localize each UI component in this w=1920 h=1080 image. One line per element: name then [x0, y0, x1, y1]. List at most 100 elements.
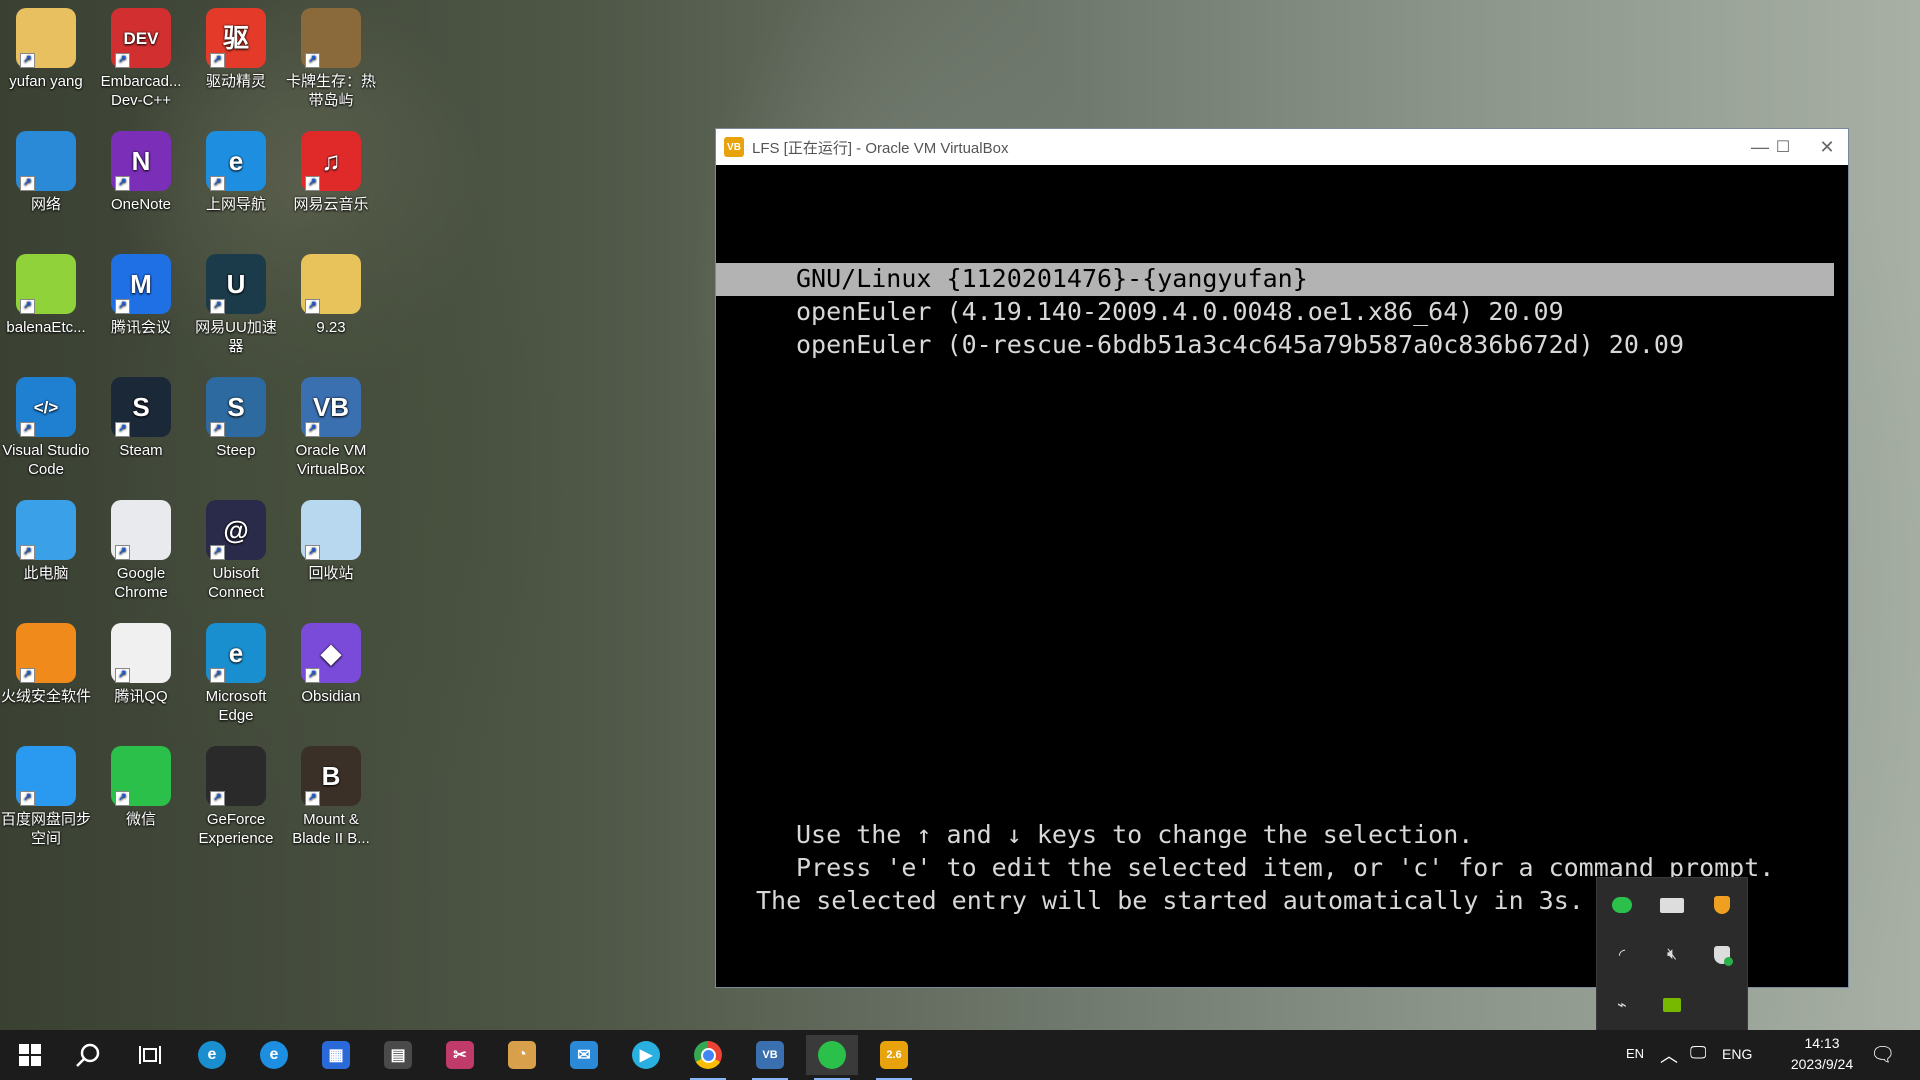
- desktop-icon[interactable]: U ↗ 网易UU加速器: [190, 254, 282, 356]
- network-status-icon[interactable]: 🖵︎: [1690, 1043, 1706, 1063]
- huorong-tray-icon[interactable]: [1707, 890, 1737, 920]
- taskbar-app-calculator[interactable]: ▤: [372, 1035, 424, 1075]
- desktop-icon[interactable]: ↗ 回收站: [285, 500, 377, 583]
- desktop-icon[interactable]: @ ↗ Ubisoft Connect: [190, 500, 282, 602]
- desktop-icon[interactable]: e ↗ Microsoft Edge: [190, 623, 282, 725]
- onenote-icon: N ↗: [111, 131, 171, 191]
- taskbar-app-calendar[interactable]: ▦: [310, 1035, 362, 1075]
- shortcut-arrow-icon: ↗: [20, 422, 35, 437]
- huorong-icon: ↗: [16, 623, 76, 683]
- steep-icon: S ↗: [206, 377, 266, 437]
- scissors-icon: ✂: [446, 1041, 474, 1069]
- desktop-icon[interactable]: M ↗ 腾讯会议: [95, 254, 187, 337]
- taskbar-app-snip[interactable]: ✂: [434, 1035, 486, 1075]
- edge-icon: e: [198, 1041, 226, 1069]
- network-tray-icon[interactable]: ◜: [1607, 940, 1637, 970]
- desktop-icon-label: 微信: [125, 811, 156, 828]
- desktop-icon-label: 百度网盘同步空间: [0, 811, 91, 847]
- taskbar-app-chrome[interactable]: [682, 1035, 734, 1080]
- input-language[interactable]: ENG: [1722, 1046, 1752, 1062]
- desktop-icon[interactable]: ↗ 网络: [0, 131, 92, 214]
- shortcut-arrow-icon: ↗: [305, 668, 320, 683]
- desktop-icon[interactable]: ↗ 百度网盘同步空间: [0, 746, 92, 848]
- desktop-icon[interactable]: S ↗ Steep: [190, 377, 282, 460]
- desktop-icon-label: balenaEtc...: [6, 319, 86, 336]
- desktop-icon[interactable]: ◆ ↗ Obsidian: [285, 623, 377, 706]
- desktop-icon[interactable]: ↗ 此电脑: [0, 500, 92, 583]
- desktop-icon-label: 火绒安全软件: [0, 688, 91, 705]
- desktop-icon[interactable]: S ↗ Steam: [95, 377, 187, 460]
- notification-center-icon[interactable]: 🗨︎: [1870, 1042, 1895, 1067]
- volume-muted-tray-icon[interactable]: 🔇︎: [1657, 940, 1687, 970]
- uu-booster-icon: U ↗: [206, 254, 266, 314]
- desktop-icon[interactable]: ↗ balenaEtc...: [0, 254, 92, 337]
- netease-music-icon: ♫ ↗: [301, 131, 361, 191]
- tray-overflow-popup: ◜ 🔇︎ ⌁: [1596, 877, 1748, 1031]
- ubisoft-icon: @ ↗: [206, 500, 266, 560]
- desktop-icon[interactable]: ↗ GeForce Experience: [190, 746, 282, 848]
- desktop-icon[interactable]: ↗ 火绒安全软件: [0, 623, 92, 706]
- maximize-button[interactable]: ☐: [1761, 129, 1805, 165]
- task-view-icon: [139, 1046, 161, 1064]
- desktop-icon[interactable]: 驱 ↗ 驱动精灵: [190, 8, 282, 91]
- taskbar-app-edge[interactable]: e: [186, 1035, 238, 1075]
- search-icon: [76, 1043, 100, 1067]
- desktop-icon[interactable]: VB ↗ Oracle VM VirtualBox: [285, 377, 377, 479]
- taskbar-app-virtualbox[interactable]: VB: [744, 1035, 796, 1080]
- network-icon: ↗: [16, 131, 76, 191]
- grub-boot-menu[interactable]: GNU/Linux {1120201476}-{yangyufan} openE…: [716, 165, 1848, 987]
- desktop-icon[interactable]: ↗ 9.23: [285, 254, 377, 337]
- nvidia-tray-icon[interactable]: [1657, 990, 1687, 1020]
- desktop-icon-label: Microsoft Edge: [205, 688, 267, 724]
- shortcut-arrow-icon: ↗: [305, 422, 320, 437]
- clock-time[interactable]: 14:13: [1787, 1035, 1857, 1051]
- search-button[interactable]: [62, 1035, 114, 1075]
- desktop-icon[interactable]: DEV ↗ Embarcad... Dev-C++: [95, 8, 187, 110]
- ime-indicator[interactable]: EN: [1626, 1046, 1644, 1061]
- tencent-meeting-icon: M ↗: [111, 254, 171, 314]
- shortcut-arrow-icon: ↗: [210, 668, 225, 683]
- shortcut-arrow-icon: ↗: [115, 53, 130, 68]
- desktop-icon[interactable]: ↗ 微信: [95, 746, 187, 829]
- desktop-icon[interactable]: ↗ Google Chrome: [95, 500, 187, 602]
- taskbar-app-ie[interactable]: e: [248, 1035, 300, 1075]
- battery-tray-icon[interactable]: [1657, 890, 1687, 920]
- chevron-up-icon[interactable]: ︿: [1660, 1042, 1678, 1068]
- satellite-tray-icon[interactable]: ⌁: [1607, 990, 1637, 1020]
- desktop-icon[interactable]: ↗ yufan yang: [0, 8, 92, 91]
- close-button[interactable]: ✕: [1806, 129, 1848, 165]
- grub-entry[interactable]: GNU/Linux {1120201476}-{yangyufan}: [796, 263, 1308, 295]
- defender-tray-icon[interactable]: [1707, 940, 1737, 970]
- desktop-icon[interactable]: e ↗ 上网导航: [190, 131, 282, 214]
- desktop-icon[interactable]: </> ↗ Visual Studio Code: [0, 377, 92, 479]
- taskbar-app-mail[interactable]: ✉: [558, 1035, 610, 1075]
- grub-entry[interactable]: openEuler (4.19.140-2009.4.0.0048.oe1.x8…: [796, 296, 1564, 328]
- taskbar-app-paint[interactable]: ◔: [496, 1035, 548, 1075]
- taskbar-app-media[interactable]: ▶: [620, 1035, 672, 1075]
- clock-date[interactable]: 2023/9/24: [1768, 1056, 1876, 1072]
- window-titlebar[interactable]: VB LFS [正在运行] - Oracle VM VirtualBox — ☐…: [716, 129, 1848, 165]
- coconut-game-icon: ↗: [301, 8, 361, 68]
- task-view-button[interactable]: [124, 1035, 176, 1075]
- shortcut-arrow-icon: ↗: [20, 176, 35, 191]
- shortcut-arrow-icon: ↗: [210, 545, 225, 560]
- shortcut-arrow-icon: ↗: [305, 176, 320, 191]
- desktop-icon-label: GeForce Experience: [198, 811, 274, 847]
- start-button[interactable]: [4, 1035, 56, 1075]
- shortcut-arrow-icon: ↗: [20, 53, 35, 68]
- desktop-icon[interactable]: ↗ 腾讯QQ: [95, 623, 187, 706]
- ie-navigation-icon: e ↗: [206, 131, 266, 191]
- desktop-icon[interactable]: B ↗ Mount & Blade II B...: [285, 746, 377, 848]
- taskbar: e e ▦ ▤ ✂ ◔ ✉ ▶ VB 2.6 EN ︿ 🖵︎ ENG 14:13 2023/9/2…: [0, 1030, 1920, 1080]
- shortcut-arrow-icon: ↗: [305, 545, 320, 560]
- desktop-icon-label: 腾讯QQ: [114, 688, 168, 705]
- desktop-icon-label: OneNote: [110, 196, 172, 213]
- shortcut-arrow-icon: ↗: [115, 422, 130, 437]
- desktop-icon[interactable]: ♫ ↗ 网易云音乐: [285, 131, 377, 214]
- wechat-tray-icon[interactable]: [1607, 890, 1637, 920]
- taskbar-app-wechat[interactable]: [806, 1035, 858, 1080]
- taskbar-app-lfs-vm[interactable]: 2.6: [868, 1035, 920, 1080]
- desktop-icon[interactable]: ↗ 卡牌生存：热带岛屿: [285, 8, 377, 110]
- desktop-icon[interactable]: N ↗ OneNote: [95, 131, 187, 214]
- grub-entry[interactable]: openEuler (0-rescue-6bdb51a3c4c645a79b58…: [796, 329, 1684, 361]
